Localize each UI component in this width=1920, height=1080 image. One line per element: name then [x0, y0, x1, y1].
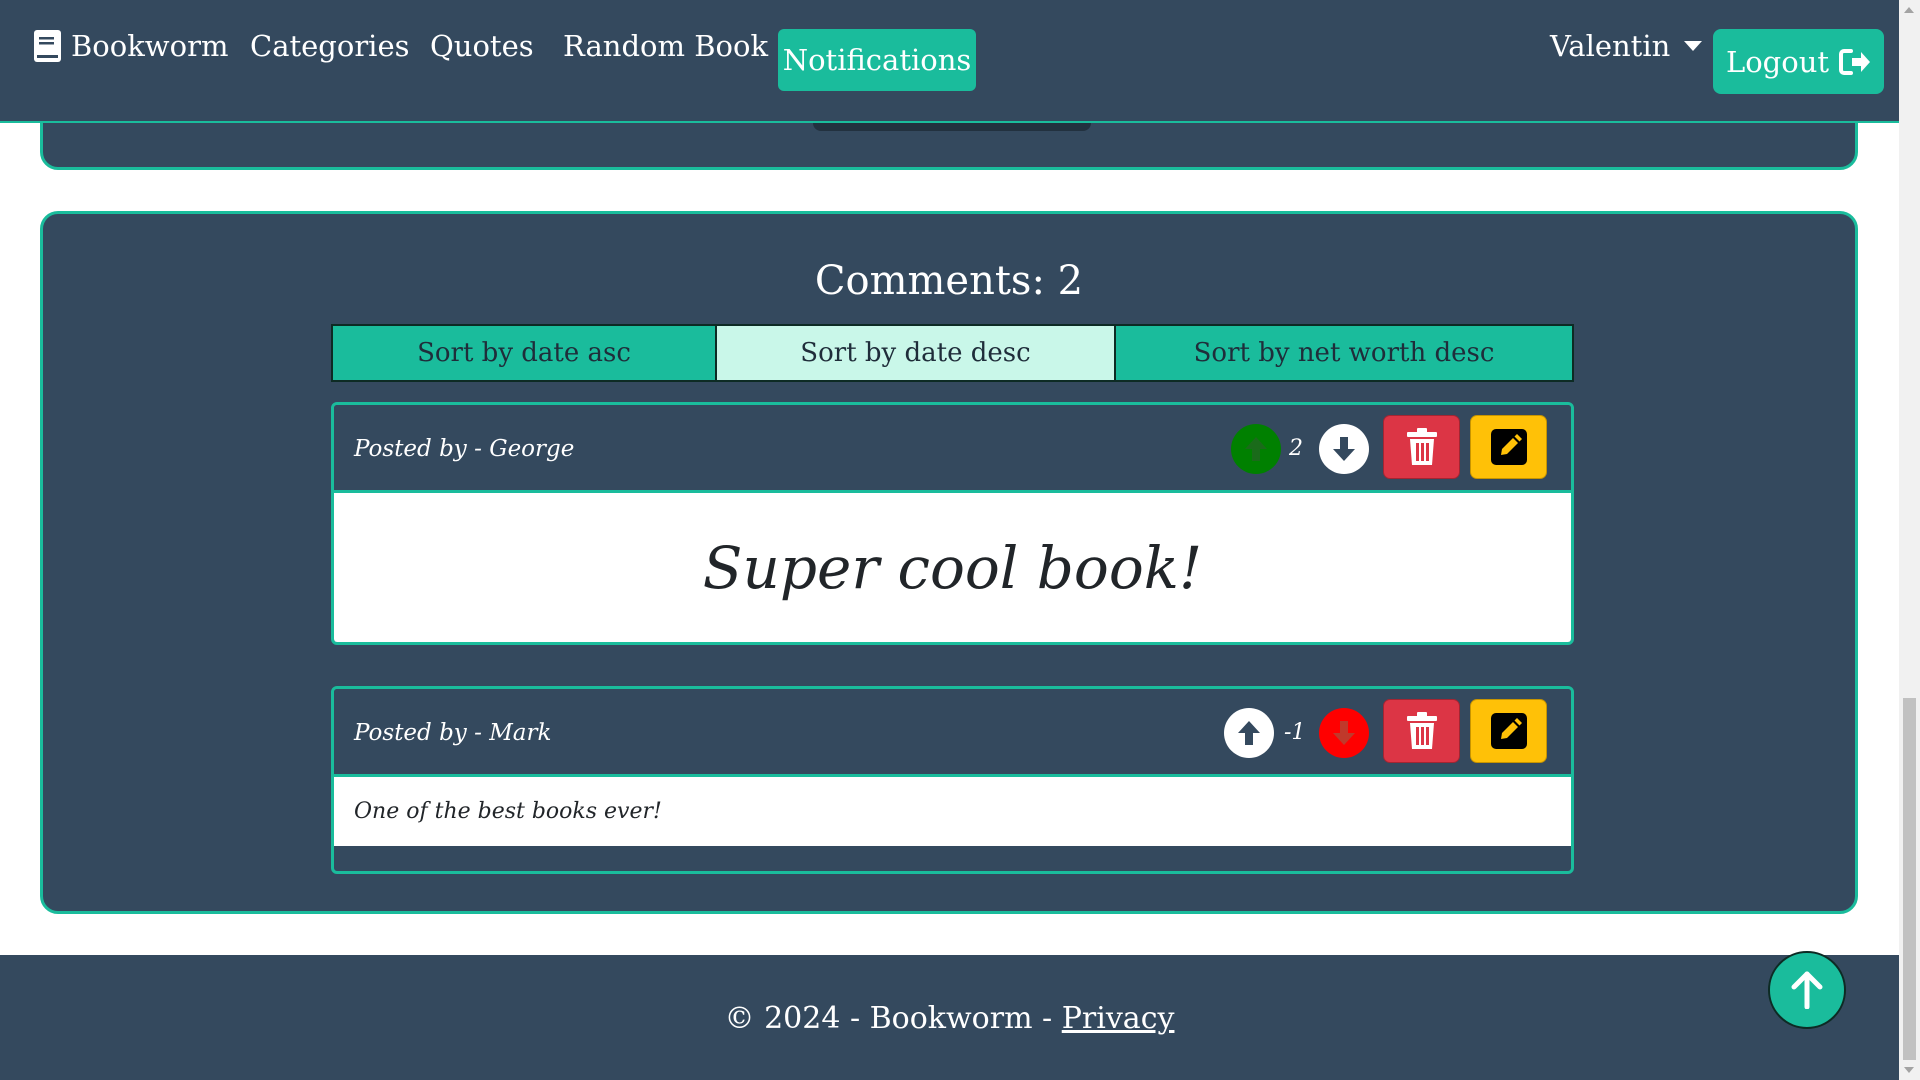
- sort-button-group: Sort by date asc Sort by date desc Sort …: [331, 324, 1574, 382]
- scroll-down-arrow-icon[interactable]: [1904, 1067, 1914, 1073]
- comment-author: Posted by - George: [354, 436, 575, 462]
- pencil-square-icon: [1490, 429, 1527, 465]
- comment-author: Posted by - Mark: [354, 720, 552, 746]
- arrow-down-icon: [1333, 721, 1355, 745]
- arrow-down-icon: [1333, 437, 1355, 461]
- sort-date-asc-button[interactable]: Sort by date asc: [333, 326, 717, 380]
- scrollbar-thumb[interactable]: [1903, 698, 1916, 1060]
- upvote-button[interactable]: [1224, 708, 1274, 758]
- user-name: Valentin: [1550, 29, 1671, 63]
- nav-link-notifications[interactable]: Notifications: [778, 29, 976, 91]
- comment-header: Posted by - Mark -1: [334, 689, 1571, 777]
- logout-label: Logout: [1725, 44, 1830, 79]
- top-navbar: Bookworm Categories Quotes Random Book N…: [0, 0, 1899, 123]
- trash-icon: [1406, 428, 1437, 465]
- sign-out-icon: [1839, 48, 1871, 75]
- vote-score: -1: [1284, 720, 1306, 745]
- chevron-down-icon: [1684, 41, 1703, 51]
- comment-text: One of the best books ever!: [354, 799, 662, 824]
- nav-link-quotes[interactable]: Quotes: [430, 26, 534, 66]
- delete-comment-button[interactable]: [1383, 699, 1460, 763]
- downvote-button[interactable]: [1319, 424, 1369, 474]
- comments-panel: Comments: 2 Sort by date asc Sort by dat…: [40, 211, 1858, 914]
- book-icon: [34, 30, 61, 62]
- nav-link-random-book[interactable]: Random Book: [563, 26, 768, 66]
- comment-card: Posted by - George 2 Super cool book!: [331, 402, 1574, 645]
- scroll-up-arrow-icon[interactable]: [1904, 7, 1914, 13]
- comment-body: One of the best books ever!: [334, 777, 1571, 846]
- footer-copyright: © 2024 - Bookworm -: [724, 1001, 1062, 1036]
- arrow-up-icon: [1238, 721, 1260, 745]
- footer: © 2024 - Bookworm - Privacy: [0, 955, 1899, 1080]
- vote-score: 2: [1289, 436, 1303, 461]
- downvote-button[interactable]: [1319, 708, 1369, 758]
- trash-icon: [1406, 712, 1437, 749]
- upvote-button[interactable]: [1231, 424, 1281, 474]
- sort-net-worth-desc-button[interactable]: Sort by net worth desc: [1116, 326, 1572, 380]
- comment-text: Super cool book!: [702, 534, 1203, 602]
- page-scrollbar[interactable]: [1899, 0, 1920, 1080]
- comment-card: Posted by - Mark -1 One of the best book…: [331, 686, 1574, 874]
- comment-header: Posted by - George 2: [334, 405, 1571, 493]
- back-to-top-button[interactable]: [1768, 951, 1846, 1029]
- user-dropdown[interactable]: Valentin: [1550, 26, 1703, 66]
- comments-title: Comments: 2: [814, 258, 1084, 304]
- arrow-up-icon: [1791, 971, 1823, 1009]
- brand-link[interactable]: Bookworm: [34, 26, 228, 66]
- edit-comment-button[interactable]: [1470, 699, 1547, 763]
- arrow-up-icon: [1245, 437, 1267, 461]
- footer-text: © 2024 - Bookworm - Privacy: [0, 1001, 1899, 1036]
- privacy-link[interactable]: Privacy: [1062, 1001, 1175, 1036]
- logout-button[interactable]: Logout: [1713, 29, 1884, 94]
- pencil-square-icon: [1490, 713, 1527, 749]
- brand-label: Bookworm: [71, 29, 229, 63]
- sort-date-desc-button[interactable]: Sort by date desc: [717, 326, 1116, 380]
- edit-comment-button[interactable]: [1470, 415, 1547, 479]
- nav-link-categories[interactable]: Categories: [250, 26, 410, 66]
- comment-body: Super cool book!: [334, 493, 1571, 642]
- delete-comment-button[interactable]: [1383, 415, 1460, 479]
